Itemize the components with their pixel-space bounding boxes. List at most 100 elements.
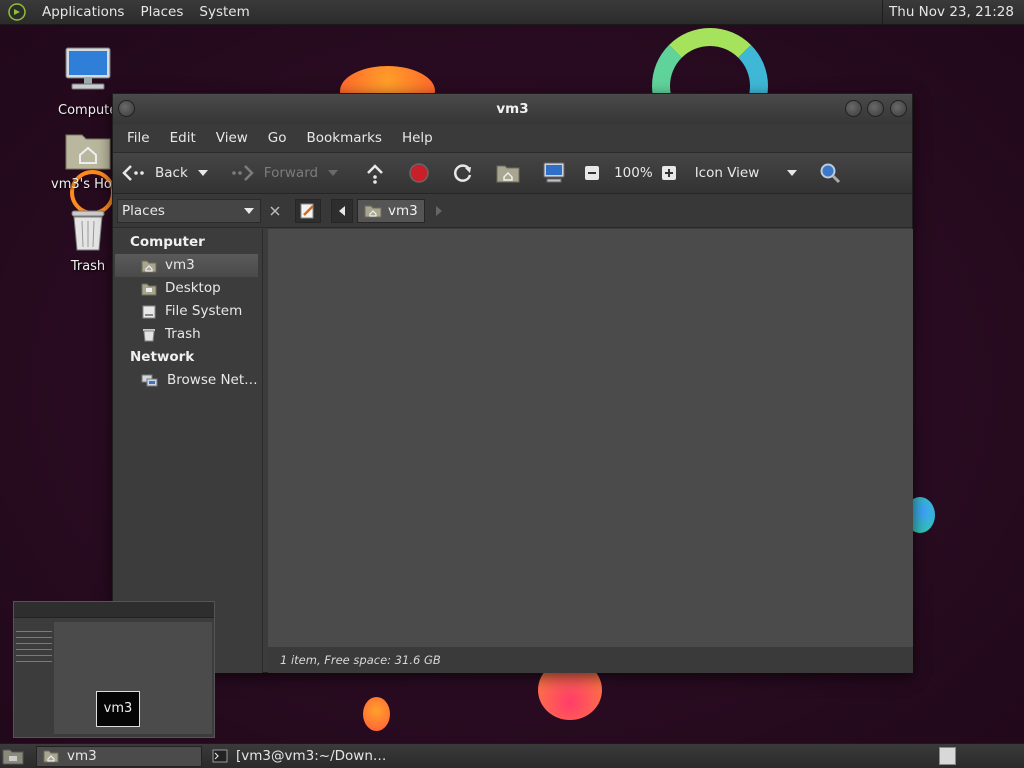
window-titlebar[interactable]: vm3 (113, 94, 912, 124)
taskbar-item-label: vm3 (67, 748, 97, 764)
close-side-pane-button[interactable] (265, 200, 285, 222)
stop-icon (409, 163, 429, 183)
chevron-right-icon (435, 205, 442, 216)
zoom-in-icon (661, 166, 676, 180)
home-folder-icon (43, 750, 59, 763)
window-title: vm3 (496, 101, 529, 117)
desktop-icon-label: Computer (58, 103, 113, 118)
back-label: Back (155, 165, 188, 181)
close-button[interactable] (890, 100, 907, 117)
side-pane-label: Places (122, 202, 165, 219)
zoom-in-button[interactable] (661, 165, 685, 181)
menubar: File Edit View Go Bookmarks Help (113, 124, 912, 152)
view-mode-label: Icon View (694, 165, 760, 181)
search-icon (820, 163, 840, 184)
up-button[interactable] (364, 162, 394, 184)
workspace-label: vm3 (96, 691, 140, 727)
window-menu-button[interactable] (118, 100, 135, 117)
search-button[interactable] (819, 162, 849, 184)
network-icon (141, 374, 158, 386)
system-menu[interactable]: System (191, 4, 257, 20)
path-scroll-right-button[interactable] (431, 199, 447, 223)
view-mode-select[interactable]: Icon View (695, 165, 805, 181)
trash-icon (71, 210, 105, 251)
zoom-level[interactable]: 100% (614, 165, 653, 181)
show-desktop-icon[interactable] (2, 747, 24, 765)
zoom-level-label: 100% (614, 165, 653, 181)
sidebar-item-vm3[interactable]: vm3 (115, 254, 258, 277)
stop-button[interactable] (408, 162, 438, 184)
computer-icon (543, 162, 565, 183)
path-scroll-left-button[interactable] (331, 198, 353, 223)
sidebar-header-computer: Computer (130, 234, 205, 250)
sidebar-item-label: File System (165, 303, 243, 319)
sidebar-item-label: vm3 (165, 257, 195, 273)
sidebar-header-network: Network (130, 349, 195, 365)
home-button[interactable] (496, 163, 528, 183)
reload-button[interactable] (452, 162, 482, 184)
breadcrumb-label: vm3 (388, 202, 418, 219)
sidebar-item-trash[interactable]: Trash (113, 323, 262, 346)
preview-toolbar (14, 602, 214, 618)
file-view-area[interactable] (268, 229, 913, 647)
menu-view[interactable]: View (206, 130, 258, 146)
trash-icon (143, 328, 155, 341)
preview-sidebar (16, 626, 52, 666)
forward-history-dropdown[interactable] (328, 169, 346, 177)
file-manager-window: vm3 File Edit View Go Bookmarks Help Bac… (112, 93, 913, 673)
home-folder-icon (364, 205, 382, 217)
sidebar-item-desktop[interactable]: Desktop (113, 277, 262, 300)
chevron-down-icon (328, 170, 339, 176)
workspace-switcher[interactable] (939, 747, 956, 765)
computer-button[interactable] (542, 162, 574, 184)
home-folder-icon (65, 134, 111, 170)
chevron-down-icon (786, 170, 797, 176)
distro-logo-icon[interactable] (8, 3, 26, 21)
forward-arrow-icon (231, 165, 254, 181)
up-arrow-icon (367, 164, 383, 184)
home-folder-icon (141, 260, 157, 272)
decor-small-orange-blob (363, 697, 390, 731)
drive-icon (142, 305, 156, 318)
sidebar-item-label: Browse Net… (167, 372, 258, 388)
taskbar-item-label: [vm3@vm3:~/Down… (236, 748, 387, 764)
toggle-location-entry-button[interactable] (295, 198, 321, 223)
sidebar-item-browse-network[interactable]: Browse Net… (113, 369, 262, 392)
places-menu[interactable]: Places (132, 4, 191, 20)
desktop-folder-icon (141, 283, 157, 295)
sidebar-item-file-system[interactable]: File System (113, 300, 262, 323)
bottom-panel: vm3 [vm3@vm3:~/Down… (0, 743, 1024, 768)
top-panel: Applications Places System Thu Nov 23, 2… (0, 0, 1024, 25)
menu-file[interactable]: File (117, 130, 160, 146)
chevron-down-icon (244, 207, 254, 214)
minimize-button[interactable] (845, 100, 862, 117)
forward-button[interactable]: Forward (230, 163, 318, 183)
toolbar: Back Forward 100% Icon View (113, 152, 912, 194)
terminal-icon (212, 749, 228, 763)
sidebar-item-label: Trash (165, 326, 201, 342)
side-pane-select[interactable]: Places (117, 198, 261, 223)
chevron-down-icon (197, 170, 208, 176)
back-history-dropdown[interactable] (197, 169, 216, 177)
computer-icon (65, 47, 111, 90)
reload-icon (454, 164, 472, 182)
forward-label: Forward (263, 165, 319, 181)
home-folder-icon (496, 165, 520, 183)
breadcrumb-vm3[interactable]: vm3 (357, 198, 425, 223)
menu-edit[interactable]: Edit (160, 130, 206, 146)
back-button[interactable]: Back (121, 163, 188, 183)
menu-go[interactable]: Go (258, 130, 297, 146)
taskbar-item-file-manager[interactable]: vm3 (36, 745, 202, 767)
zoom-out-button[interactable] (584, 165, 608, 181)
location-bar: Places vm3 (113, 194, 912, 228)
back-arrow-icon (122, 165, 144, 181)
maximize-button[interactable] (867, 100, 884, 117)
menu-bookmarks[interactable]: Bookmarks (297, 130, 392, 146)
panel-clock[interactable]: Thu Nov 23, 21:28 (882, 0, 1020, 25)
menu-help[interactable]: Help (392, 130, 443, 146)
zoom-out-icon (585, 166, 600, 180)
sidebar-item-label: Desktop (165, 280, 221, 296)
applications-menu[interactable]: Applications (34, 4, 132, 20)
taskbar-item-terminal[interactable]: [vm3@vm3:~/Down… (206, 746, 386, 767)
desktop-icon-label: vm3's Home (51, 177, 120, 192)
